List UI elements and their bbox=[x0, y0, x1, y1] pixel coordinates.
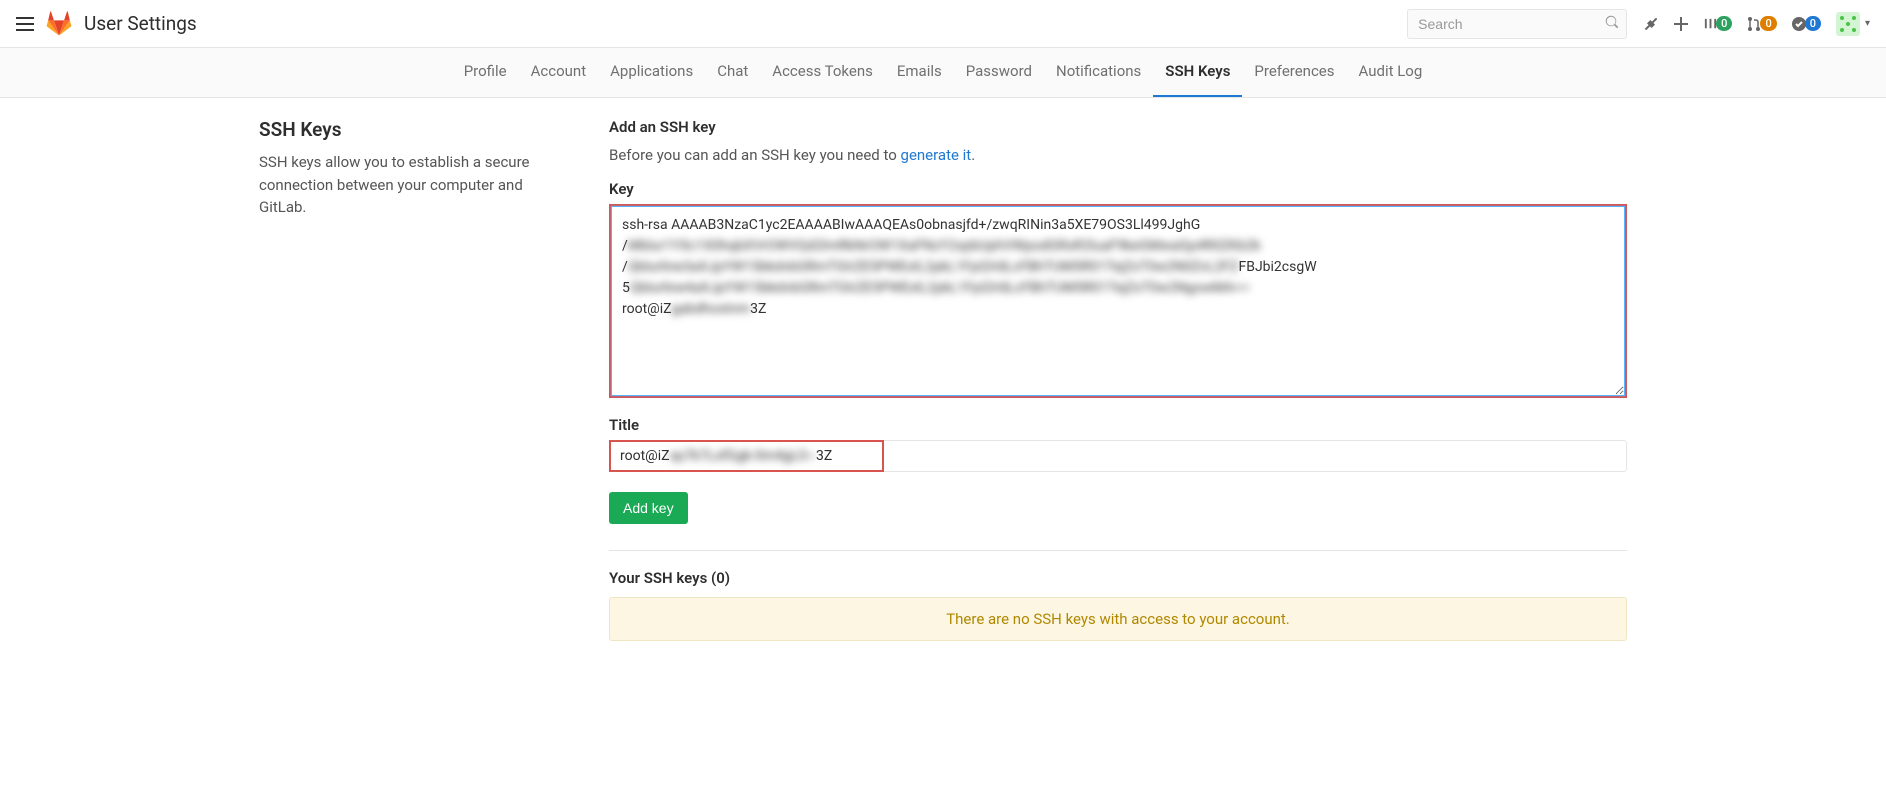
tab-preferences[interactable]: Preferences bbox=[1242, 48, 1346, 97]
caret-down-icon: ▾ bbox=[1865, 18, 1870, 29]
tab-emails[interactable]: Emails bbox=[885, 48, 954, 97]
issues-badge: 0 bbox=[1716, 16, 1732, 31]
gitlab-logo[interactable] bbox=[46, 11, 72, 37]
tab-applications[interactable]: Applications bbox=[598, 48, 705, 97]
search-icon bbox=[1605, 15, 1619, 33]
tab-chat[interactable]: Chat bbox=[705, 48, 760, 97]
add-key-button[interactable]: Add key bbox=[609, 492, 688, 524]
issues-icon[interactable]: 0 bbox=[1703, 16, 1732, 31]
key-label: Key bbox=[609, 180, 1627, 198]
merge-requests-icon[interactable]: 0 bbox=[1746, 16, 1776, 32]
title-label: Title bbox=[609, 416, 1627, 434]
page-title: User Settings bbox=[84, 12, 1407, 35]
add-ssh-title: Add an SSH key bbox=[609, 118, 1627, 136]
todos-badge: 0 bbox=[1805, 16, 1821, 31]
your-keys-title: Your SSH keys (0) bbox=[609, 569, 1627, 587]
tab-access-tokens[interactable]: Access Tokens bbox=[760, 48, 885, 97]
plus-icon[interactable] bbox=[1673, 16, 1689, 32]
title-input[interactable]: root@iZxp7k7LsfGgk-0m4gL0~3Z bbox=[609, 440, 1627, 472]
tab-audit-log[interactable]: Audit Log bbox=[1347, 48, 1435, 97]
header: User Settings 0 0 0 ▾ bbox=[0, 0, 1886, 48]
tab-profile[interactable]: Profile bbox=[452, 48, 519, 97]
key-highlight-box: ssh-rsa AAAAB3NzaC1yc2EAAAABIwAAAQEAs0ob… bbox=[609, 204, 1627, 398]
sidebar-desc: SSH keys allow you to establish a secure… bbox=[259, 151, 569, 219]
settings-tabs: ProfileAccountApplicationsChatAccess Tok… bbox=[0, 48, 1886, 98]
generate-link[interactable]: generate it bbox=[901, 146, 972, 164]
tab-notifications[interactable]: Notifications bbox=[1044, 48, 1153, 97]
divider bbox=[609, 550, 1627, 551]
todos-icon[interactable]: 0 bbox=[1791, 16, 1821, 32]
hamburger-menu[interactable] bbox=[16, 17, 34, 31]
user-avatar-dropdown[interactable]: ▾ bbox=[1835, 11, 1870, 37]
sidebar-title: SSH Keys bbox=[259, 118, 569, 141]
search-input[interactable] bbox=[1407, 9, 1627, 39]
tab-password[interactable]: Password bbox=[954, 48, 1044, 97]
tab-account[interactable]: Account bbox=[519, 48, 599, 97]
tab-ssh-keys[interactable]: SSH Keys bbox=[1153, 48, 1242, 97]
avatar bbox=[1835, 11, 1861, 37]
add-ssh-desc: Before you can add an SSH key you need t… bbox=[609, 146, 1627, 164]
empty-keys-alert: There are no SSH keys with access to you… bbox=[609, 597, 1627, 641]
merge-badge: 0 bbox=[1760, 16, 1776, 31]
key-textarea[interactable]: ssh-rsa AAAAB3NzaC1yc2EAAAABIwAAAQEAs0ob… bbox=[611, 206, 1625, 396]
admin-icon[interactable] bbox=[1643, 16, 1659, 32]
